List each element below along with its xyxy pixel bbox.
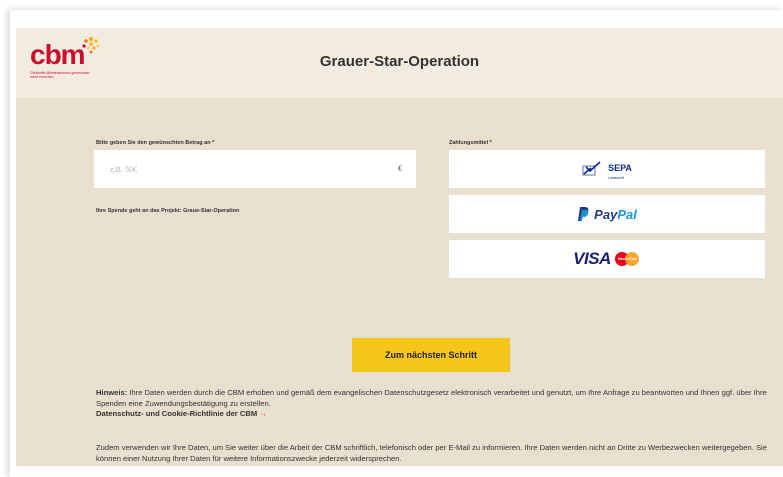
paypal-label-pay: Pay — [594, 206, 618, 222]
privacy-policy-link[interactable]: Datenschutz- und Cookie-Richtlinie der C… — [96, 409, 267, 418]
sepa-sublabel: Lastschrift — [608, 176, 625, 180]
page-title: Grauer-Star-Operation — [319, 53, 480, 70]
amount-input[interactable] — [94, 150, 374, 188]
arrow-right-icon: → — [259, 409, 267, 418]
notice-text: Ihre Daten werden durch die CBM erhoben … — [96, 388, 767, 408]
donation-form: Bitte geben Sie den gewünschten Betrag a… — [16, 98, 783, 466]
currency-symbol: € — [398, 164, 402, 173]
amount-field[interactable]: € — [94, 150, 416, 188]
sepa-check-icon — [582, 161, 601, 176]
mastercard-icon: MasterCard — [614, 252, 641, 266]
next-step-button[interactable]: Zum nächsten Schritt — [352, 338, 510, 372]
page-frame: cbm Christoffel-Blindenmission gemeinsam… — [10, 10, 783, 477]
logo-tagline: Christoffel-Blindenmission gemeinsam meh… — [30, 71, 90, 79]
project-note: Ihre Spende geht an das Projekt: Graue-S… — [96, 208, 240, 214]
notice-prefix: Hinweis: — [96, 388, 128, 397]
payment-label: Zahlungsmittel * — [449, 140, 492, 146]
paypal-label-pal: Pal — [617, 206, 637, 222]
data-usage-notice: Zudem verwenden wir Ihre Daten, um Sie w… — [96, 443, 767, 463]
payment-option-card[interactable]: VISA MasterCard — [449, 240, 765, 278]
mastercard-label: MasterCard — [617, 257, 638, 261]
payment-option-paypal[interactable]: PayPal — [449, 195, 765, 233]
visa-label: VISA — [573, 249, 611, 268]
amount-label: Bitte geben Sie den gewünschten Betrag a… — [96, 140, 215, 146]
sepa-label: SEPA — [608, 163, 632, 173]
header: cbm Christoffel-Blindenmission gemeinsam… — [16, 28, 783, 98]
privacy-notice: Hinweis: Ihre Daten werden durch die CBM… — [96, 388, 776, 420]
payment-option-sepa[interactable]: SEPA Lastschrift — [449, 150, 765, 188]
privacy-policy-link-label: Datenschutz- und Cookie-Richtlinie der C… — [96, 409, 258, 418]
paypal-icon — [578, 207, 589, 221]
